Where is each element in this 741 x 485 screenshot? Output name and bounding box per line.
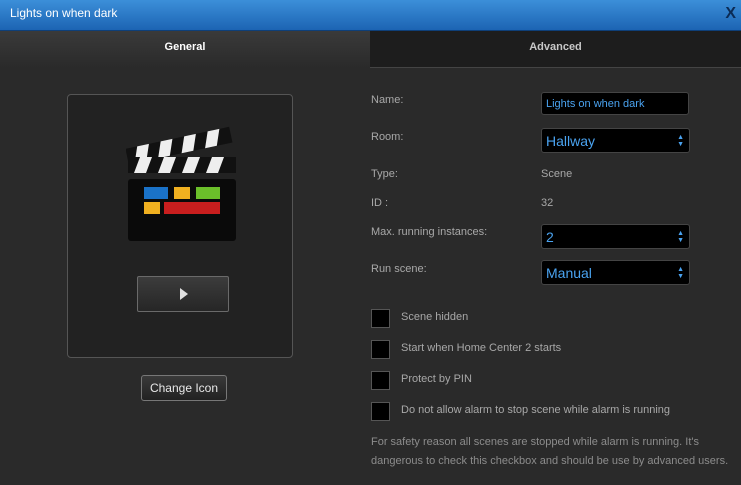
tab-general[interactable]: General xyxy=(0,31,370,68)
max-instances-label: Max. running instances: xyxy=(371,226,488,238)
type-label: Type: xyxy=(371,168,398,180)
room-label: Room: xyxy=(371,131,404,143)
scene-hidden-checkbox[interactable] xyxy=(371,309,390,328)
id-value: 32 xyxy=(541,197,554,209)
room-select[interactable]: Hallway ▲ ▼ xyxy=(541,128,690,153)
room-select-value: Hallway xyxy=(546,133,596,149)
id-label: ID : xyxy=(371,197,389,209)
run-scene-select[interactable]: Manual ▲ ▼ xyxy=(541,260,690,285)
max-instances-select[interactable]: 2 ▲ ▼ xyxy=(541,224,690,249)
play-icon xyxy=(180,288,188,300)
scene-hidden-label: Scene hidden xyxy=(401,311,469,323)
alarm-override-label: Do not allow alarm to stop scene while a… xyxy=(401,404,671,416)
select-arrows-icon: ▲ ▼ xyxy=(677,230,684,244)
window-title: Lights on when dark xyxy=(10,6,118,20)
start-on-boot-label: Start when Home Center 2 starts xyxy=(401,342,562,354)
max-instances-value: 2 xyxy=(546,229,554,245)
tab-bar: General Advanced xyxy=(0,31,741,68)
tab-advanced[interactable]: Advanced xyxy=(370,31,741,68)
change-icon-button[interactable]: Change Icon xyxy=(141,375,227,401)
name-field[interactable]: Lights on when dark xyxy=(541,92,689,115)
select-arrows-icon: ▲ ▼ xyxy=(677,266,684,280)
protect-by-pin-label: Protect by PIN xyxy=(401,373,472,385)
name-label: Name: xyxy=(371,94,404,106)
run-scene-value: Manual xyxy=(546,265,592,281)
run-scene-button[interactable] xyxy=(137,276,229,312)
start-on-boot-checkbox[interactable] xyxy=(371,340,390,359)
clapperboard-icon xyxy=(126,126,236,241)
title-bar: Lights on when dark X xyxy=(0,0,741,31)
icon-panel: Change Icon xyxy=(0,68,370,485)
close-icon[interactable]: X xyxy=(725,5,736,23)
alarm-warning-note: For safety reason all scenes are stopped… xyxy=(371,436,729,467)
scene-icon-preview xyxy=(67,94,293,358)
type-value: Scene xyxy=(541,168,573,180)
alarm-override-checkbox[interactable] xyxy=(371,402,390,421)
protect-by-pin-checkbox[interactable] xyxy=(371,371,390,390)
select-arrows-icon: ▲ ▼ xyxy=(677,134,684,148)
run-scene-label: Run scene: xyxy=(371,263,427,275)
